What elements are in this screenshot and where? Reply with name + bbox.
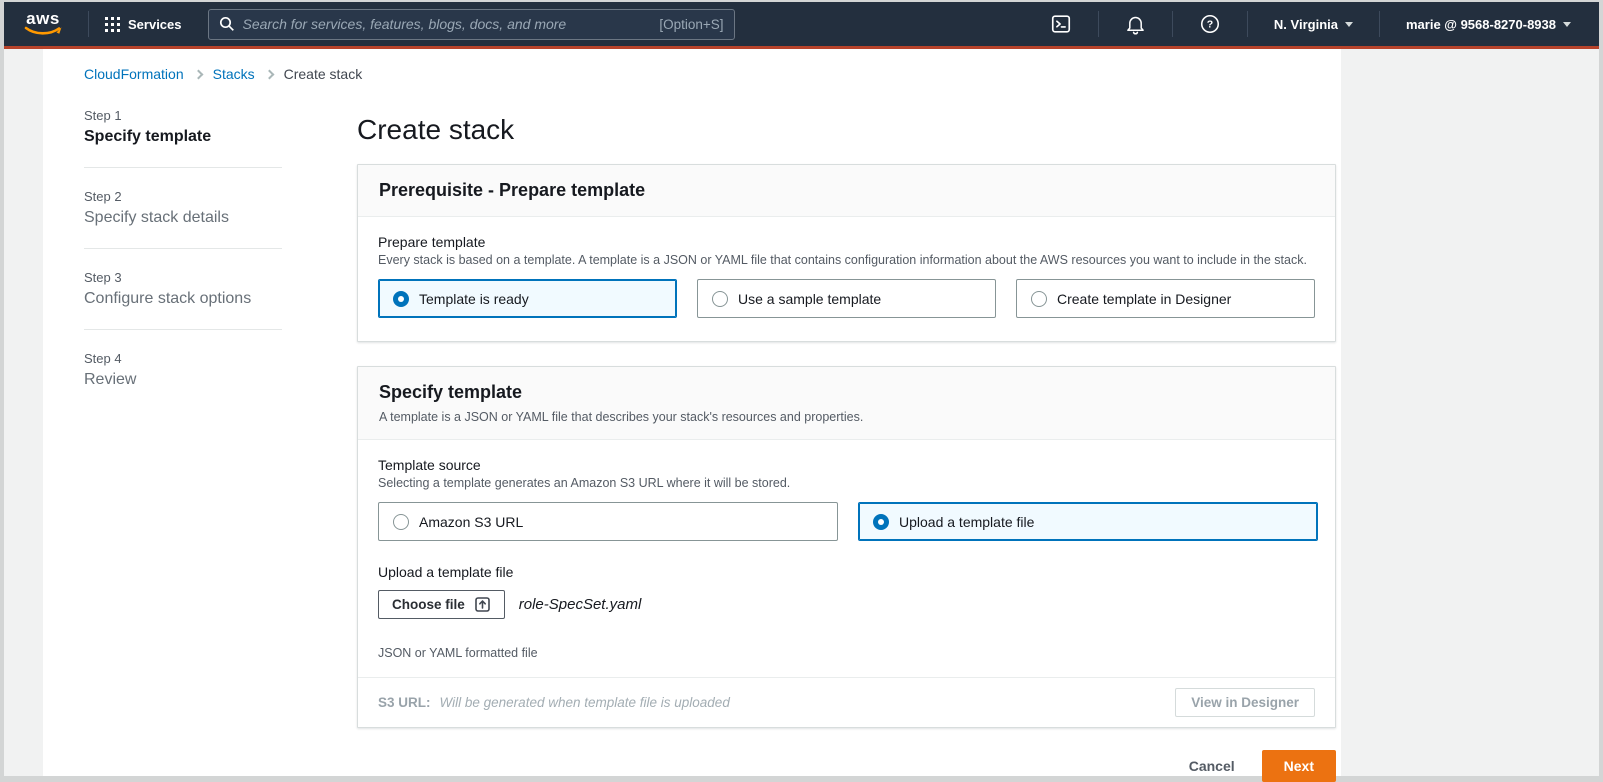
top-navigation-bar: aws Services [Option+S]: [4, 2, 1599, 46]
aws-console-window: aws Services [Option+S]: [0, 0, 1603, 782]
help-button[interactable]: ?: [1185, 13, 1235, 35]
upload-template-file-label: Upload a template file: [378, 564, 1315, 580]
uploaded-file-name: role-SpecSet.yaml: [519, 596, 642, 613]
step-title: Specify stack details: [84, 209, 282, 227]
breadcrumb-chevron-icon: [193, 70, 203, 80]
radio-unselected-icon: [712, 291, 728, 307]
global-search-input[interactable]: [243, 16, 660, 32]
radio-selected-icon: [873, 514, 889, 530]
prerequisite-panel-title: Prerequisite - Prepare template: [379, 180, 1314, 201]
prepare-template-description: Every stack is based on a template. A te…: [378, 253, 1315, 267]
view-in-designer-button[interactable]: View in Designer: [1175, 688, 1315, 717]
specify-template-panel: Specify template A template is a JSON or…: [357, 366, 1336, 728]
nav-divider: [1172, 11, 1173, 37]
step-title: Specify template: [84, 128, 282, 146]
template-source-label: Template source: [378, 457, 1315, 473]
nav-divider: [1247, 11, 1248, 37]
chevron-down-icon: [1345, 22, 1353, 27]
radio-card-create-template-in-designer[interactable]: Create template in Designer: [1016, 279, 1315, 318]
step-number: Step 1: [84, 108, 282, 123]
nav-right-group: ? N. Virginia marie @ 9568-8270-8938: [1036, 11, 1585, 37]
prerequisite-panel-body: Prepare template Every stack is based on…: [358, 217, 1335, 341]
chevron-down-icon: [1563, 22, 1571, 27]
region-label: N. Virginia: [1274, 17, 1338, 32]
prerequisite-panel: Prerequisite - Prepare template Prepare …: [357, 164, 1336, 342]
step-divider: [84, 329, 282, 330]
step-number: Step 2: [84, 189, 282, 204]
breadcrumb-chevron-icon: [264, 70, 274, 80]
choose-file-row: Choose file role-SpecSet.yaml: [378, 590, 1315, 619]
radio-card-use-sample-template[interactable]: Use a sample template: [697, 279, 996, 318]
prerequisite-panel-header: Prerequisite - Prepare template: [358, 165, 1335, 217]
radio-unselected-icon: [393, 514, 409, 530]
radio-unselected-icon: [1031, 291, 1047, 307]
page-background: CloudFormation Stacks Create stack Step …: [4, 49, 1599, 776]
account-menu[interactable]: marie @ 9568-8270-8938: [1392, 17, 1585, 32]
nav-divider: [88, 11, 89, 37]
cancel-button[interactable]: Cancel: [1189, 758, 1235, 774]
breadcrumb-link-stacks[interactable]: Stacks: [213, 66, 255, 82]
services-grid-icon: [105, 17, 120, 32]
prepare-template-options: Template is ready Use a sample template …: [378, 279, 1315, 318]
prepare-template-label: Prepare template: [378, 234, 1315, 250]
breadcrumb: CloudFormation Stacks Create stack: [84, 66, 1341, 82]
wizard-actions: Cancel Next: [357, 750, 1336, 782]
svg-text:?: ?: [1207, 19, 1213, 31]
s3-url-label: S3 URL:: [378, 695, 431, 710]
specify-template-description: A template is a JSON or YAML file that d…: [379, 410, 1314, 424]
step-number: Step 3: [84, 270, 282, 285]
nav-divider: [1379, 11, 1380, 37]
template-source-options: Amazon S3 URL Upload a template file: [378, 502, 1315, 541]
aws-smile-swoosh-icon: [24, 26, 62, 36]
services-menu-button[interactable]: Services: [101, 17, 186, 32]
radio-card-amazon-s3-url[interactable]: Amazon S3 URL: [378, 502, 838, 541]
specify-template-title: Specify template: [379, 382, 1314, 403]
file-format-hint: JSON or YAML formatted file: [378, 646, 1315, 660]
search-icon: [219, 16, 235, 32]
step-divider: [84, 167, 282, 168]
step-item-review: Step 4 Review: [84, 351, 282, 389]
main-content: Create stack Prerequisite - Prepare temp…: [357, 108, 1336, 782]
step-item-configure-stack-options: Step 3 Configure stack options: [84, 270, 282, 308]
specify-template-body: Template source Selecting a template gen…: [358, 440, 1335, 660]
step-item-specify-template: Step 1 Specify template: [84, 108, 282, 146]
step-title: Configure stack options: [84, 290, 282, 308]
radio-card-upload-template-file[interactable]: Upload a template file: [858, 502, 1318, 541]
region-selector[interactable]: N. Virginia: [1260, 17, 1367, 32]
step-item-specify-stack-details: Step 2 Specify stack details: [84, 189, 282, 227]
services-label: Services: [128, 17, 182, 32]
choose-file-button[interactable]: Choose file: [378, 590, 505, 619]
bell-icon: [1125, 14, 1146, 35]
specify-template-panel-header: Specify template A template is a JSON or…: [358, 367, 1335, 440]
global-search[interactable]: [Option+S]: [208, 9, 735, 40]
step-divider: [84, 248, 282, 249]
breadcrumb-link-cloudformation[interactable]: CloudFormation: [84, 66, 184, 82]
help-question-icon: ?: [1199, 13, 1221, 35]
upload-icon: [474, 596, 491, 613]
step-title: Review: [84, 371, 282, 389]
template-source-description: Selecting a template generates an Amazon…: [378, 476, 1315, 490]
search-shortcut-hint: [Option+S]: [659, 17, 723, 32]
account-label: marie @ 9568-8270-8938: [1406, 17, 1556, 32]
wizard-steps-sidebar: Step 1 Specify template Step 2 Specify s…: [84, 108, 282, 782]
wizard-content-area: CloudFormation Stacks Create stack Step …: [43, 49, 1341, 776]
aws-logo[interactable]: aws: [24, 12, 62, 36]
notifications-button[interactable]: [1111, 14, 1160, 35]
cloudshell-terminal-icon: [1050, 13, 1072, 35]
aws-logo-text: aws: [26, 12, 60, 26]
step-number: Step 4: [84, 351, 282, 366]
s3-url-footer: S3 URL: Will be generated when template …: [358, 677, 1335, 727]
radio-selected-icon: [393, 291, 409, 307]
nav-divider: [1098, 11, 1099, 37]
radio-card-template-is-ready[interactable]: Template is ready: [378, 279, 677, 318]
cloudshell-button[interactable]: [1036, 13, 1086, 35]
s3-url-value: Will be generated when template file is …: [440, 695, 730, 710]
next-button[interactable]: Next: [1262, 750, 1336, 782]
page-title: Create stack: [357, 114, 1336, 146]
breadcrumb-current: Create stack: [284, 66, 363, 82]
